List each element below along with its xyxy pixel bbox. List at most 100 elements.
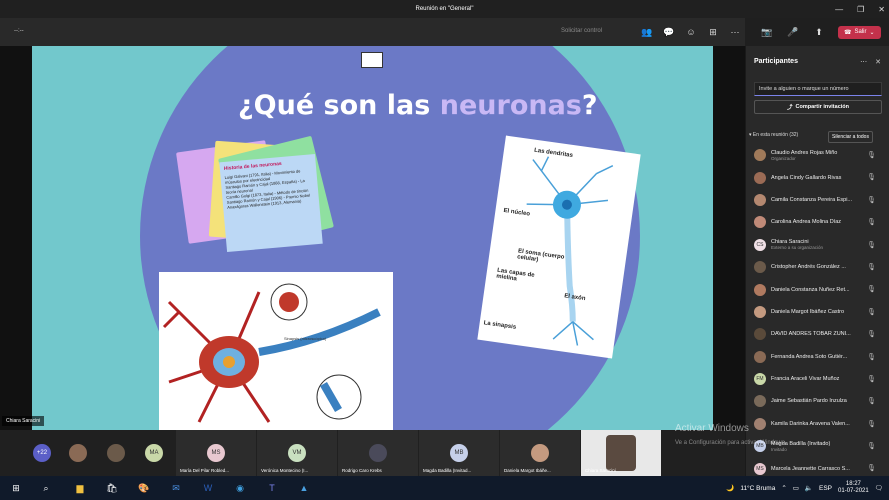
participant-row[interactable]: Carolina Andrea Molina Díaz 🎙 <box>746 211 889 233</box>
participant-video-tile[interactable]: MA <box>142 430 166 476</box>
paint-icon[interactable]: 🎨 <box>136 480 152 496</box>
tile-name: María Del Pilar Robled... <box>180 468 230 473</box>
participant-video-tile[interactable]: Rodrigo Caro Krebs <box>338 430 418 476</box>
participant-row[interactable]: Claudio Andres Rojas Miño Organizador 🎙 <box>746 144 889 166</box>
more-options-icon[interactable]: ⋯ <box>860 58 867 66</box>
clock[interactable]: 18:27 01-07-2021 <box>838 481 869 495</box>
start-icon[interactable]: ⊞ <box>8 480 24 496</box>
participant-video-tile[interactable] <box>104 430 128 476</box>
participant-video-tile[interactable]: VM Verónica Montecino (I... <box>257 430 337 476</box>
minimize-icon[interactable]: — <box>835 5 843 14</box>
sharer-name-tag: Chiara Saracini <box>2 416 45 426</box>
weather-text[interactable]: 11°C Bruma <box>740 485 775 492</box>
language-indicator[interactable]: ESP <box>819 485 832 492</box>
slide-thumbnail-image <box>361 52 383 68</box>
share-invite-button[interactable]: ⤴ Compartir invitación <box>754 100 882 114</box>
mic-muted-icon[interactable]: 🎙 <box>867 285 876 293</box>
participant-row[interactable]: Daniela Margot Ibáñez Castro 🎙 <box>746 301 889 323</box>
photos-icon[interactable]: ▲ <box>296 480 312 496</box>
invite-search-input[interactable]: Invite a alguien o marque un número <box>754 82 882 96</box>
mic-muted-icon[interactable]: 🎙 <box>867 196 876 204</box>
avatar <box>754 283 766 296</box>
avatar <box>754 417 766 430</box>
network-icon[interactable]: ▭ <box>793 484 799 492</box>
store-icon[interactable]: 🛍 <box>104 480 120 496</box>
search-icon[interactable]: ⌕ <box>38 480 54 496</box>
participant-row[interactable]: MB Magda Badilla (Invitado) Invitado 🎙 <box>746 435 889 457</box>
mic-muted-icon[interactable]: 🎙 <box>867 218 876 226</box>
avatar: MS <box>754 462 766 475</box>
mic-muted-icon[interactable]: 🎙 <box>867 330 876 338</box>
silence-all-button[interactable]: Silenciar a todos <box>828 131 873 143</box>
phone-icon: ☎ <box>844 29 852 36</box>
close-panel-icon[interactable]: ✕ <box>875 58 881 66</box>
share-screen-icon[interactable]: ⬆ <box>812 25 826 39</box>
participants-icon[interactable]: 👥 <box>640 25 654 39</box>
participant-row[interactable]: Angela Cindy Gallardo Rivas 🎙 <box>746 166 889 188</box>
participant-row[interactable]: Jaime Sebastián Pardo Inzulza 🎙 <box>746 390 889 412</box>
participant-video-tile[interactable]: Chiara Saracini <box>581 430 661 476</box>
clock-date: 01-07-2021 <box>838 488 869 494</box>
participant-name: Jaime Sebastián Pardo Inzulza <box>771 398 847 405</box>
mic-muted-icon[interactable]: 🎙 <box>867 353 876 361</box>
participant-video-tile[interactable]: Daniela Margot Ibáñe... <box>500 430 580 476</box>
mic-muted-icon[interactable]: 🎙 <box>867 375 876 383</box>
chevron-down-icon: ⌄ <box>869 29 875 36</box>
system-tray: 🌙 11°C Bruma ⌃ ▭ 🔈 ESP 18:27 01-07-2021 … <box>726 476 889 500</box>
weather-icon[interactable]: 🌙 <box>726 484 734 492</box>
clock-time: 18:27 <box>845 481 861 487</box>
mic-muted-icon[interactable]: 🎙 <box>867 420 876 428</box>
participant-row[interactable]: DAVID ANDRÉS TOBAR ZÚÑI... 🎙 <box>746 323 889 345</box>
in-meeting-section-header[interactable]: ▾ En esta reunión (32) <box>749 132 798 138</box>
participant-info: Chiara Saracini Externo a su organización <box>771 239 871 250</box>
participant-row[interactable]: Cristopher Andrés González ... 🎙 <box>746 256 889 278</box>
participant-video-tile[interactable] <box>66 430 90 476</box>
mic-muted-icon[interactable]: 🎙 <box>867 241 876 249</box>
participant-row[interactable]: Fernanda Andrea Soto Gutiér... 🎙 <box>746 346 889 368</box>
participant-video-tile[interactable]: MB Magda Badilla (Invitad... <box>419 430 499 476</box>
close-icon[interactable]: ✕ <box>878 5 885 14</box>
participant-row[interactable]: FM Francia Araceli Vivar Muñoz 🎙 <box>746 368 889 390</box>
camera-off-icon[interactable]: 📷 <box>760 25 774 39</box>
rooms-icon[interactable]: ⊞ <box>706 25 720 39</box>
participant-list: Claudio Andres Rojas Miño Organizador 🎙 Ang… <box>746 144 889 480</box>
mic-muted-icon[interactable]: 🎙 <box>867 464 876 472</box>
neuron-anatomy-diagram: Sinapsis (microscópica) <box>159 272 393 430</box>
mic-muted-icon[interactable]: 🎙 <box>867 151 876 159</box>
teams-icon[interactable]: T <box>264 480 280 496</box>
activation-watermark-sub: Ve a Configuración para activar Windows. <box>675 440 787 446</box>
more-actions-icon[interactable]: ⋯ <box>728 25 742 39</box>
reactions-icon[interactable]: ☺ <box>684 25 698 39</box>
mail-icon[interactable]: ✉ <box>168 480 184 496</box>
mic-muted-icon[interactable]: 🎙 <box>867 308 876 316</box>
participant-name: Kamila Darinka Aravena Valen... <box>771 420 850 427</box>
notifications-icon[interactable]: 🗨 <box>875 484 883 492</box>
activation-watermark: Activar Windows <box>675 423 749 434</box>
participant-row[interactable]: CS Chiara Saracini Externo a su organizaci… <box>746 234 889 256</box>
overflow-tile[interactable]: +22 <box>30 430 54 476</box>
avatar <box>754 149 766 162</box>
leave-label: Salir <box>854 29 867 35</box>
mic-off-icon[interactable]: 🎤 <box>786 25 800 39</box>
edge-icon[interactable]: ◉ <box>232 480 248 496</box>
volume-icon[interactable]: 🔈 <box>805 484 813 492</box>
participant-row[interactable]: Kamila Darinka Aravena Valen... 🎙 <box>746 413 889 435</box>
mic-muted-icon[interactable]: 🎙 <box>867 397 876 405</box>
leave-button[interactable]: ☎ Salir ⌄ <box>838 25 881 39</box>
request-control-button[interactable]: Solicitar control <box>561 28 602 34</box>
participant-video-tile[interactable]: MS María Del Pilar Robled... <box>176 430 256 476</box>
mic-muted-icon[interactable]: 🎙 <box>867 173 876 181</box>
label-synapse-diagram: Sinapsis (microscópica) <box>284 336 327 341</box>
participant-row[interactable]: Daniela Constanza Nuñez Ret... 🎙 <box>746 278 889 300</box>
mic-muted-icon[interactable]: 🎙 <box>867 442 876 450</box>
chat-icon[interactable]: 💬 <box>662 25 676 39</box>
file-explorer-icon[interactable]: ▆ <box>72 480 88 496</box>
tray-chevron-icon[interactable]: ⌃ <box>781 484 786 492</box>
participants-panel: Participantes ⋯ ✕ Invite a alguien o mar… <box>745 46 889 476</box>
maximize-icon[interactable]: ❐ <box>857 5 864 14</box>
in-meeting-count: En esta reunión (32) <box>752 132 799 138</box>
participant-row[interactable]: Camila Constanza Pereira Espi... 🎙 <box>746 189 889 211</box>
tile-avatar <box>606 435 636 471</box>
mic-muted-icon[interactable]: 🎙 <box>867 263 876 271</box>
word-icon[interactable]: W <box>200 480 216 496</box>
